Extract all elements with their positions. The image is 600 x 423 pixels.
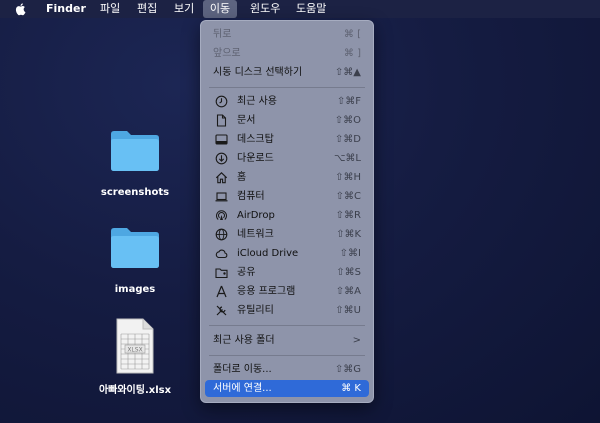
spreadsheet-file-icon: XLSX [116, 318, 154, 374]
menu-item-icloud-drive[interactable]: iCloud Drive ⇧⌘I [205, 245, 369, 262]
menu-item-label: 유틸리티 [237, 305, 274, 316]
menu-separator [209, 355, 365, 356]
document-icon [216, 114, 227, 127]
cloud-icon [215, 249, 228, 259]
laptop-icon [215, 192, 228, 202]
menu-item-recents[interactable]: 최근 사용 ⇧⌘F [205, 93, 369, 110]
menu-item-label: 시동 디스크 선택하기 [213, 67, 303, 78]
desktop-item-label: 아빠와이팅.xlsx [98, 385, 172, 396]
utilities-icon [216, 305, 227, 316]
menu-view[interactable]: 보기 [174, 0, 194, 18]
menu-item-shortcut: ⌘ [ [343, 29, 361, 40]
menu-item-shortcut: ⇧⌘K [336, 229, 361, 240]
menu-item-shortcut: ⇧⌘S [336, 267, 361, 278]
menu-item-shortcut: ⌘ ] [343, 48, 361, 59]
go-menu-dropdown: 뒤로 ⌘ [ 앞으로 ⌘ ] 시동 디스크 선택하기 ⇧⌘▲ 최근 사용 ⇧⌘F… [200, 20, 374, 403]
menu-separator [209, 87, 365, 88]
menu-edit[interactable]: 편집 [137, 0, 157, 18]
desktop-item-spreadsheet[interactable]: XLSX 아빠와이팅.xlsx [75, 318, 195, 396]
menu-item-label: 최근 사용 [237, 96, 277, 107]
menu-item-network[interactable]: 네트워크 ⇧⌘K [205, 226, 369, 243]
menu-app-name[interactable]: Finder [46, 0, 86, 18]
menu-file[interactable]: 파일 [100, 0, 120, 18]
menu-item-label: 다운로드 [237, 153, 274, 164]
menu-item-label: 응용 프로그램 [237, 286, 296, 297]
desktop-item-images[interactable]: images [75, 225, 195, 301]
airdrop-icon [216, 210, 227, 220]
menu-item-go-to-folder[interactable]: 폴더로 이동... ⇧⌘G [205, 361, 369, 378]
menu-item-airdrop[interactable]: AirDrop ⇧⌘R [205, 207, 369, 224]
folder-icon [111, 228, 159, 268]
desktop-item-label: images [114, 284, 156, 295]
menu-item-label: 홈 [237, 172, 247, 183]
menu-item-shortcut: ⇧⌘U [335, 305, 361, 316]
menu-item-shortcut: ⇧⌘C [335, 191, 361, 202]
menu-item-label: iCloud Drive [237, 248, 299, 259]
menu-item-label: 폴더로 이동... [213, 364, 272, 375]
desktop-icon [215, 134, 228, 145]
menu-item-forward[interactable]: 앞으로 ⌘ ] [205, 45, 369, 62]
svg-text:XLSX: XLSX [127, 347, 142, 354]
menu-help[interactable]: 도움말 [296, 0, 326, 18]
menu-item-label: 컴퓨터 [237, 191, 265, 202]
menu-item-utilities[interactable]: 유틸리티 ⇧⌘U [205, 302, 369, 319]
apple-logo-icon[interactable] [15, 0, 27, 18]
menu-item-applications[interactable]: 응용 프로그램 ⇧⌘A [205, 283, 369, 300]
clock-icon [215, 95, 228, 108]
menu-item-label: AirDrop [237, 210, 275, 221]
menu-item-label: 앞으로 [213, 48, 241, 59]
menu-item-desktop[interactable]: 데스크탑 ⇧⌘D [205, 131, 369, 148]
download-icon [215, 152, 228, 165]
menu-item-back[interactable]: 뒤로 ⌘ [ [205, 26, 369, 43]
menu-item-label: 최근 사용 폴더 [213, 335, 275, 346]
menu-item-shortcut: ⇧⌘A [335, 286, 361, 297]
menu-item-home[interactable]: 홈 ⇧⌘H [205, 169, 369, 186]
menu-item-recent-folders[interactable]: 최근 사용 폴더 > [205, 332, 369, 349]
menu-item-label: 서버에 연결... [213, 383, 272, 394]
menu-separator [209, 325, 365, 326]
desktop-item-screenshots[interactable]: screenshots [75, 128, 195, 204]
menu-item-documents[interactable]: 문서 ⇧⌘O [205, 112, 369, 129]
menu-item-connect-to-server[interactable]: 서버에 연결... ⌘ K [205, 380, 369, 397]
menu-item-downloads[interactable]: 다운로드 ⌥⌘L [205, 150, 369, 167]
menu-item-shortcut: ⇧⌘D [334, 134, 361, 145]
desktop-item-label: screenshots [100, 187, 170, 198]
menu-item-shortcut: ⇧⌘I [339, 248, 361, 259]
menu-item-shortcut: ⇧⌘G [334, 364, 361, 375]
menu-item-shortcut: ⇧⌘▲ [334, 67, 361, 78]
menu-item-shortcut: ⌘ K [341, 383, 361, 394]
submenu-chevron-icon: > [352, 335, 361, 346]
menu-item-label: 네트워크 [237, 229, 274, 240]
menu-window[interactable]: 윈도우 [250, 0, 280, 18]
shared-folder-icon [215, 268, 228, 279]
menu-item-shortcut: ⇧⌘R [335, 210, 361, 221]
menu-item-shortcut: ⌥⌘L [333, 153, 361, 164]
globe-icon [215, 228, 228, 241]
menu-item-shortcut: ⇧⌘O [334, 115, 361, 126]
menu-go[interactable]: 이동 [203, 0, 237, 18]
menu-item-computer[interactable]: 컴퓨터 ⇧⌘C [205, 188, 369, 205]
applications-icon [216, 285, 227, 298]
menu-item-label: 공유 [237, 267, 256, 278]
menu-item-shortcut: ⇧⌘F [336, 96, 361, 107]
menu-item-shortcut: ⇧⌘H [335, 172, 361, 183]
menu-item-label: 문서 [237, 115, 256, 126]
menu-item-label: 뒤로 [213, 29, 232, 40]
menu-item-label: 데스크탑 [237, 134, 274, 145]
home-icon [215, 172, 228, 184]
menu-bar: Finder 파일 편집 보기 이동 윈도우 도움말 [0, 0, 600, 18]
folder-icon [111, 131, 159, 171]
menu-item-startup-disk[interactable]: 시동 디스크 선택하기 ⇧⌘▲ [205, 64, 369, 81]
menu-item-shared[interactable]: 공유 ⇧⌘S [205, 264, 369, 281]
